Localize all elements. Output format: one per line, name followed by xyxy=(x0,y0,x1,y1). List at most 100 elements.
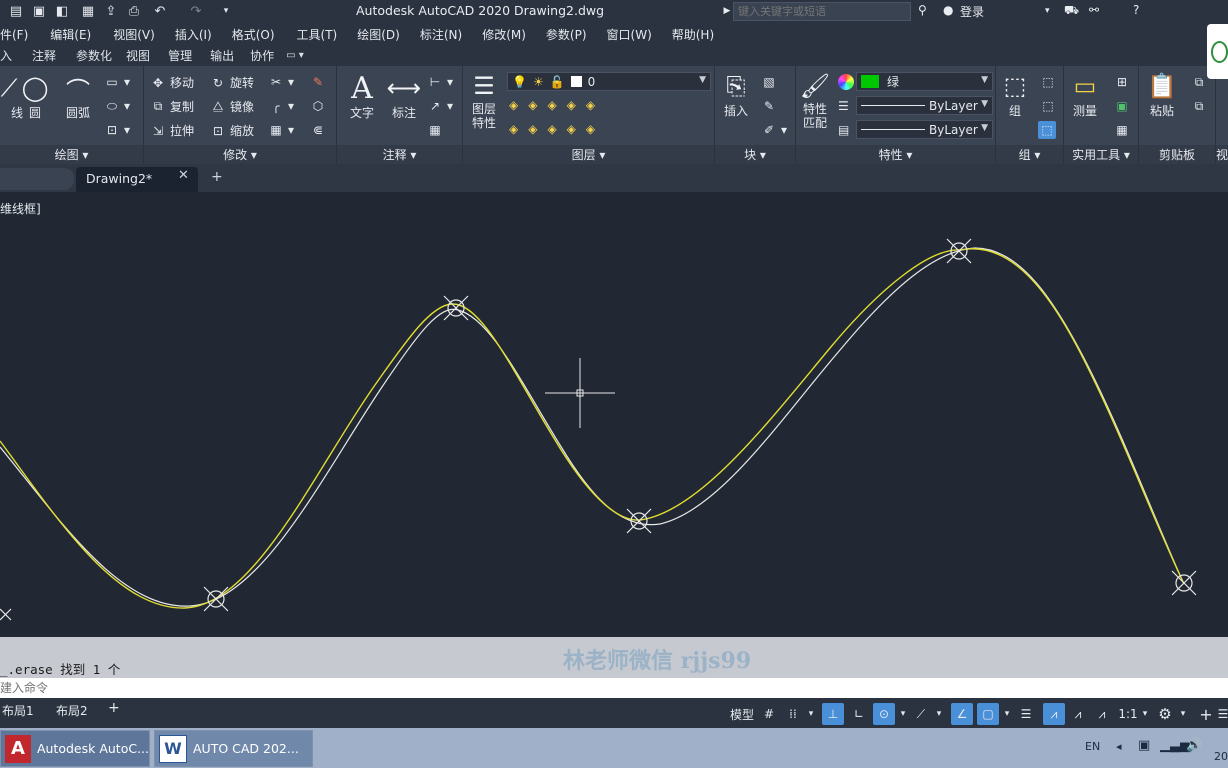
menu-icon[interactable]: ☰ xyxy=(1218,703,1228,725)
group-tool[interactable]: ⬚ 组 xyxy=(998,70,1032,119)
measure-tool[interactable]: ▭ 测量 xyxy=(1068,70,1102,119)
tray-clock[interactable]: 20 xyxy=(1214,750,1228,763)
grip-point-2[interactable] xyxy=(443,295,469,321)
block-attr-button[interactable]: ✐ ▾ xyxy=(761,122,787,138)
arc-tool[interactable]: ⌒ 圆弧 xyxy=(61,72,95,121)
menu-view[interactable]: 视图(V) xyxy=(113,26,155,43)
tab-output[interactable]: 输出 xyxy=(210,47,234,64)
taskbar-word[interactable]: W AUTO CAD 202... xyxy=(154,730,313,767)
edit-block-button[interactable]: ✎ xyxy=(761,98,781,114)
app-menu-icon[interactable]: ▤ xyxy=(6,1,26,21)
utilities-panel-footer[interactable]: 实用工具 ▾ xyxy=(1064,145,1138,164)
linetype-dropdown[interactable]: ByLayer ▼ xyxy=(856,120,993,139)
modify-panel-footer[interactable]: 修改 ▾ xyxy=(144,145,336,164)
menu-edit[interactable]: 编辑(E) xyxy=(50,26,91,43)
circle-tool[interactable]: ◯ 圆 xyxy=(18,72,52,121)
new-tab-icon[interactable]: + xyxy=(211,169,223,185)
draw-panel-footer[interactable]: 绘图 ▾ xyxy=(0,145,143,164)
viewport-style-label[interactable]: 维线框] xyxy=(0,200,41,217)
customize-icon[interactable]: + xyxy=(1196,703,1216,725)
close-tab-icon[interactable]: ✕ xyxy=(178,168,189,183)
osnap-dropdown-icon[interactable]: ▾ xyxy=(1002,703,1012,725)
cart-icon[interactable]: ⛟ xyxy=(1064,3,1079,19)
share-icon[interactable]: ⚯ xyxy=(1089,3,1099,17)
menu-format[interactable]: 格式(O) xyxy=(232,26,275,43)
ungroup-button[interactable]: ⬚ xyxy=(1040,74,1060,90)
copy-button[interactable]: ⧉ 复制 xyxy=(150,98,194,115)
user-icon[interactable]: ● xyxy=(943,3,953,17)
menu-dimension[interactable]: 标注(N) xyxy=(420,26,462,43)
properties-panel-footer[interactable]: 特性 ▾ xyxy=(796,145,995,164)
workspace-gear-icon[interactable]: ⚙ xyxy=(1155,703,1175,725)
login-label[interactable]: 登录 xyxy=(960,3,984,20)
drawing-canvas[interactable] xyxy=(0,192,1228,637)
snap-dropdown-icon[interactable]: ▾ xyxy=(806,703,816,725)
trim-button[interactable]: ✂ ▾ xyxy=(268,74,294,90)
object-snap-tracking-icon[interactable]: ∠ xyxy=(951,703,973,725)
menu-draw[interactable]: 绘图(D) xyxy=(357,26,400,43)
tab-parametric[interactable]: 参数化 xyxy=(76,47,112,64)
polar-dropdown-icon[interactable]: ▾ xyxy=(898,703,908,725)
menu-insert[interactable]: 插入(I) xyxy=(175,26,212,43)
ribbon-toggle-icon[interactable]: ▭ ▾ xyxy=(286,50,304,61)
group-panel-footer[interactable]: 组 ▾ xyxy=(996,145,1063,164)
grid-icon[interactable]: # xyxy=(760,703,778,725)
annotation-panel-footer[interactable]: 注释 ▾ xyxy=(337,145,462,164)
login-dropdown-icon[interactable]: ▾ xyxy=(1045,6,1050,16)
tab-view[interactable]: 视图 xyxy=(126,47,150,64)
layer-tools-row1[interactable]: ◈◈◈◈◈ xyxy=(509,98,605,112)
block-panel-footer[interactable]: 块 ▾ xyxy=(715,145,795,164)
tab-collaborate[interactable]: 协作 xyxy=(250,47,274,64)
save-icon[interactable]: ▣ xyxy=(29,1,49,21)
add-layout-icon[interactable]: + xyxy=(108,700,120,716)
offset-button[interactable]: ⋐ xyxy=(310,122,330,138)
leader-button[interactable]: ↗ ▾ xyxy=(427,98,453,114)
redo-icon[interactable]: ↷ xyxy=(186,1,206,21)
isodraft-dropdown-icon[interactable]: ▾ xyxy=(934,703,944,725)
taskbar-autocad[interactable]: A Autodesk AutoC... xyxy=(0,730,150,767)
text-tool[interactable]: A 文字 xyxy=(345,71,379,121)
snap-icon[interactable]: ⁞⁞ xyxy=(784,703,802,725)
dynamic-input-icon[interactable]: ⊥ xyxy=(822,703,844,725)
table-button[interactable]: ▦ xyxy=(427,122,447,138)
object-snap-icon[interactable]: ▢ xyxy=(977,703,999,725)
menu-tools[interactable]: 工具(T) xyxy=(297,26,338,43)
dimension-tool[interactable]: ⟷ 标注 xyxy=(387,72,421,121)
workspace-dropdown-icon[interactable]: ▾ xyxy=(1178,703,1188,725)
plot-icon[interactable]: ⎙ xyxy=(124,1,144,21)
layout-tab-2[interactable]: 布局2 xyxy=(56,702,88,719)
layers-panel-footer[interactable]: 图层 ▾ xyxy=(463,145,714,164)
grip-point-4[interactable] xyxy=(946,238,972,264)
annotation-visibility-icon[interactable]: ⩘ xyxy=(1043,703,1065,725)
save-as-icon[interactable]: ◧ xyxy=(52,1,72,21)
help-icon[interactable]: ? xyxy=(1133,3,1139,17)
quick-select-button[interactable]: ⊞ xyxy=(1114,74,1134,90)
mirror-button[interactable]: ⧋ 镜像 xyxy=(210,98,254,115)
grip-point-5[interactable] xyxy=(1171,570,1197,596)
group-select-button[interactable]: ⬚ xyxy=(1038,121,1056,139)
move-button[interactable]: ✥ 移动 xyxy=(150,74,194,91)
stretch-button[interactable]: ⇲ 拉伸 xyxy=(150,122,194,139)
search-input[interactable] xyxy=(733,2,911,21)
rectangle-tool[interactable]: ▭ ▾ xyxy=(104,74,130,90)
region-tool[interactable]: ⊡ ▾ xyxy=(104,122,130,138)
lineweight-dropdown[interactable]: ByLayer ▼ xyxy=(856,96,993,115)
undo-icon[interactable]: ↶ xyxy=(150,1,170,21)
lineweight-toggle-icon[interactable]: ☰ xyxy=(1016,703,1036,725)
auto-scale-icon[interactable]: ⩘ xyxy=(1068,703,1088,725)
paste-tool[interactable]: 📋 粘贴 xyxy=(1145,70,1179,119)
select-all-button[interactable]: ▣ xyxy=(1114,98,1134,114)
qat-dropdown-icon[interactable]: ▾ xyxy=(216,1,236,21)
tray-device-icon[interactable]: ▣ xyxy=(1138,738,1150,753)
layout-tab-1[interactable]: 布局1 xyxy=(2,702,34,719)
linear-dim-button[interactable]: ⊢ ▾ xyxy=(427,74,453,90)
start-tab[interactable] xyxy=(0,168,74,190)
calculator-button[interactable]: ▦ xyxy=(1114,122,1134,138)
layer-tools-row2[interactable]: ◈◈◈◈◈ xyxy=(509,122,605,136)
isodraft-icon[interactable]: ⟋ xyxy=(912,703,930,725)
scale-dropdown-icon[interactable]: ▾ xyxy=(1140,703,1150,725)
menu-help[interactable]: 帮助(H) xyxy=(672,26,714,43)
layer-dropdown[interactable]: 💡 ☀ 🔓 0 ▼ xyxy=(507,72,711,91)
tab-annotate[interactable]: 注释 xyxy=(32,47,56,64)
tray-language[interactable]: EN xyxy=(1085,740,1100,753)
